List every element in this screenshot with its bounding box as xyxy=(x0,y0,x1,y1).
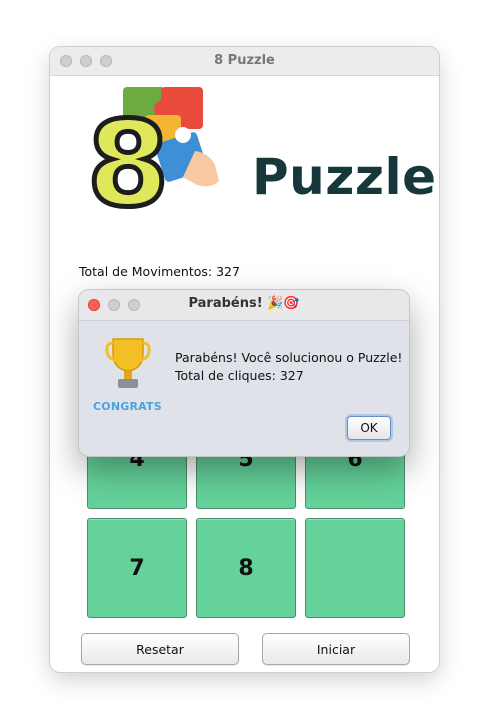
puzzle-pieces-icon: 8 xyxy=(85,87,219,236)
congrats-label: CONGRATS xyxy=(93,400,162,413)
trophy-icon xyxy=(105,338,151,388)
moves-counter: Total de Movimentos: 327 xyxy=(79,264,240,279)
congrats-dialog: Parabéns! 🎉🎯 CONGRATS Parabéns! Você sol… xyxy=(79,290,409,456)
message-line-2: Total de cliques: 327 xyxy=(175,368,304,383)
title-bar[interactable]: 8 Puzzle xyxy=(50,47,439,76)
start-button[interactable]: Iniciar xyxy=(262,633,410,665)
logo-number: 8 xyxy=(87,95,169,233)
logo-word: Puzzle xyxy=(252,148,437,206)
dialog-title-bar[interactable]: Parabéns! 🎉🎯 xyxy=(79,290,409,321)
dialog-message: Parabéns! Você solucionou o Puzzle! Tota… xyxy=(175,349,402,385)
window-title: 8 Puzzle xyxy=(214,53,275,68)
puzzle-logo: 8 Puzzle xyxy=(85,85,436,236)
reset-button[interactable]: Resetar xyxy=(81,633,239,665)
message-line-1: Parabéns! Você solucionou o Puzzle! xyxy=(175,350,403,365)
tile-7[interactable]: 7 xyxy=(87,518,187,618)
tile-empty[interactable] xyxy=(305,518,405,618)
ok-button[interactable]: OK xyxy=(347,416,391,440)
tile-8[interactable]: 8 xyxy=(196,518,296,618)
dialog-body: CONGRATS Parabéns! Você solucionou o Puz… xyxy=(79,321,409,456)
dialog-title: Parabéns! 🎉🎯 xyxy=(188,296,300,311)
